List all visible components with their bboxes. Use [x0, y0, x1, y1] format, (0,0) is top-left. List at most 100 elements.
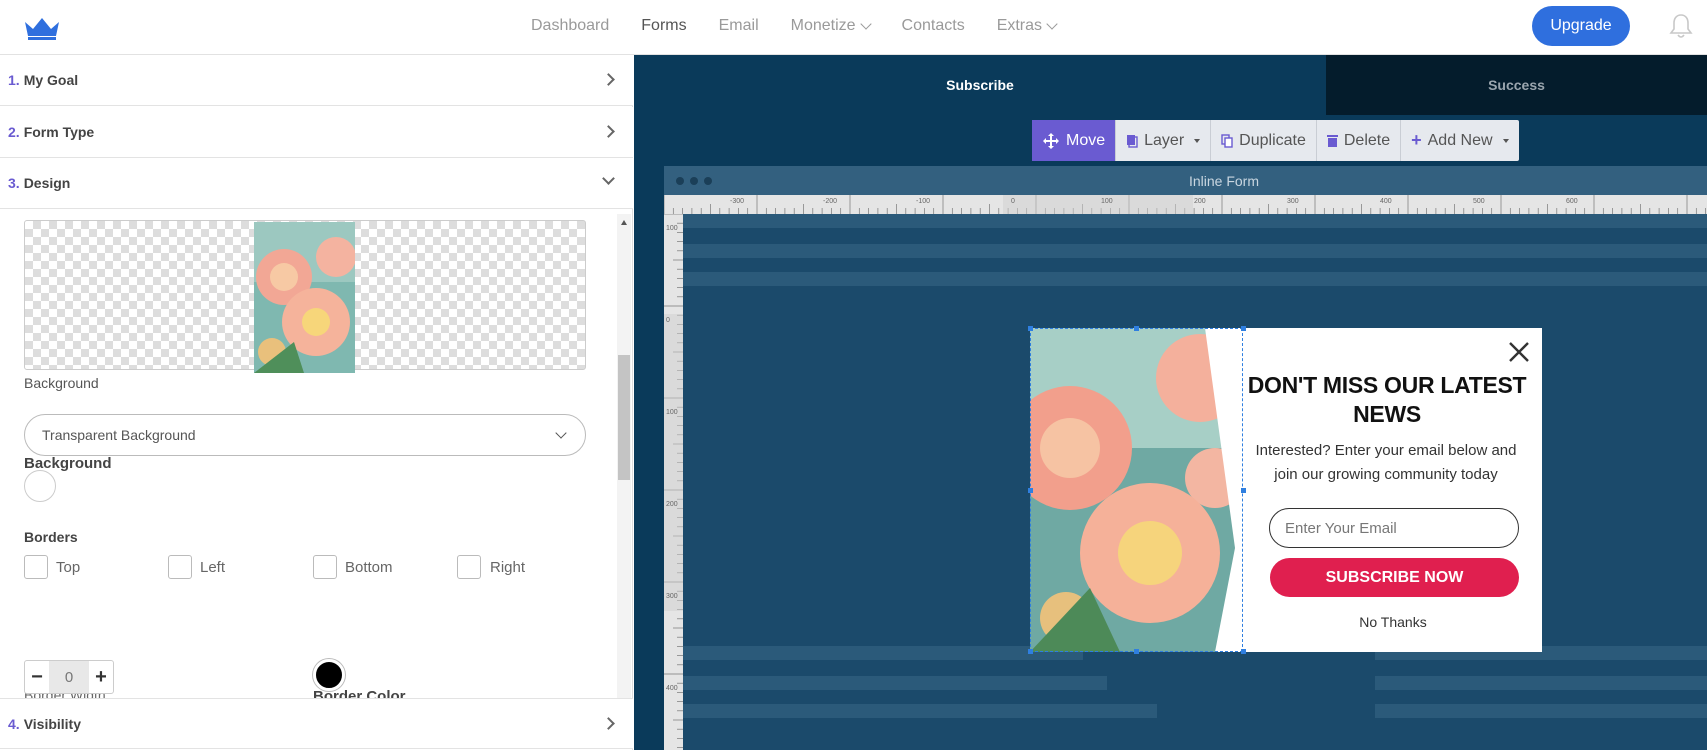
ruler-label: 0 — [1011, 198, 1015, 205]
chevron-right-icon — [602, 73, 615, 86]
move-button[interactable]: Move — [1032, 120, 1117, 161]
nav-link-email[interactable]: Email — [719, 17, 759, 35]
email-field[interactable]: Enter Your Email — [1269, 508, 1519, 548]
background-color-swatch[interactable] — [24, 470, 56, 502]
nav-link-extras[interactable]: Extras — [997, 17, 1058, 35]
ruler-label: -100 — [916, 198, 930, 205]
tab-label: Subscribe — [946, 77, 1014, 93]
step-number: 3. — [8, 175, 20, 191]
border-width-value[interactable]: 0 — [49, 661, 89, 693]
nav-link-dashboard[interactable]: Dashboard — [531, 17, 609, 35]
add-new-label: Add New — [1427, 131, 1493, 149]
resize-handle[interactable] — [1028, 326, 1033, 331]
chevron-right-icon — [602, 717, 615, 730]
scroll-up-icon[interactable] — [621, 220, 627, 225]
design-settings-content: Background Transparent Background Backgr… — [0, 214, 633, 747]
duplicate-button[interactable]: Duplicate — [1211, 120, 1317, 161]
placeholder-line — [683, 704, 1157, 718]
chevron-down-icon — [602, 172, 615, 185]
background-select[interactable]: Transparent Background — [24, 414, 586, 456]
main-nav-links: Dashboard Forms Email Monetize Contacts … — [531, 17, 1088, 35]
ruler-label: -200 — [823, 198, 837, 205]
resize-handle[interactable] — [1134, 649, 1139, 654]
no-thanks-link[interactable]: No Thanks — [1300, 614, 1486, 630]
resize-handle[interactable] — [1028, 488, 1033, 493]
nav-link-contacts[interactable]: Contacts — [902, 17, 965, 35]
frame-title: Inline Form — [1188, 173, 1260, 189]
layer-button[interactable]: Layer — [1116, 120, 1212, 161]
border-left-checkbox[interactable] — [168, 555, 192, 579]
move-arrows-icon — [1043, 132, 1059, 149]
placeholder-line — [683, 244, 1707, 258]
borders-label: Borders — [24, 529, 78, 545]
delete-button[interactable]: Delete — [1317, 120, 1402, 161]
decrement-button[interactable]: − — [25, 661, 49, 693]
accordion-form-type[interactable]: 2. Form Type — [0, 107, 633, 158]
border-color-swatch[interactable] — [313, 659, 345, 691]
horizontal-ruler[interactable]: -300 -200 -100 0 100 200 300 400 500 600 — [664, 195, 1707, 214]
nav-link-label: Dashboard — [531, 17, 610, 34]
placeholder-line — [1375, 704, 1707, 718]
popup-subtitle: Interested? Enter your email below and j… — [1255, 442, 1517, 483]
step-number: 2. — [8, 124, 20, 140]
accordion-my-goal[interactable]: 1. My Goal — [0, 55, 633, 106]
placeholder-line — [683, 214, 1707, 228]
tab-label: Success — [1488, 77, 1545, 93]
background-select-value: Transparent Background — [42, 427, 196, 443]
popup-title: DON'T MISS OUR LATEST NEWS — [1247, 372, 1527, 427]
move-label: Move — [1066, 131, 1106, 149]
border-bottom-checkbox[interactable] — [313, 555, 337, 579]
resize-handle[interactable] — [1241, 488, 1246, 493]
resize-handle[interactable] — [1241, 326, 1246, 331]
nav-link-monetize[interactable]: Monetize — [790, 17, 872, 35]
ruler-label: 600 — [1566, 198, 1578, 205]
increment-button[interactable]: + — [89, 661, 113, 693]
nav-link-forms[interactable]: Forms — [641, 17, 686, 35]
settings-panel: 1. My Goal 2. Form Type 3. Design Backgr… — [0, 55, 633, 750]
scrollbar-thumb[interactable] — [618, 355, 630, 480]
placeholder-line — [683, 646, 1083, 660]
border-top-checkbox[interactable] — [24, 555, 48, 579]
layers-icon — [1127, 134, 1138, 148]
accordion-design[interactable]: 3. Design — [0, 158, 633, 209]
frame-title-bar: Inline Form — [664, 166, 1707, 195]
flower-image-preview — [254, 222, 355, 373]
bell-icon[interactable] — [1669, 13, 1693, 39]
add-new-button[interactable]: + Add New — [1401, 120, 1518, 161]
resize-handle[interactable] — [1134, 326, 1139, 331]
nav-link-label: Monetize — [790, 17, 856, 34]
ruler-label: 300 — [1287, 198, 1299, 205]
ruler-label: 400 — [666, 685, 678, 692]
vertical-ruler[interactable]: 100 0 100 200 300 400 — [664, 214, 683, 750]
element-toolbar: Move Layer Duplicate Delete + Add New — [1032, 120, 1519, 161]
panel-scrollbar[interactable] — [617, 214, 631, 747]
border-left-label: Left — [200, 559, 226, 576]
selection-outline — [1030, 328, 1243, 652]
close-icon[interactable] — [1507, 340, 1531, 364]
delete-label: Delete — [1343, 131, 1391, 149]
upgrade-button[interactable]: Upgrade — [1532, 6, 1630, 46]
tab-success[interactable]: Success — [1326, 55, 1707, 115]
ruler-label: 0 — [666, 317, 670, 324]
plus-icon: + — [1411, 130, 1422, 150]
ruler-label: 200 — [1194, 198, 1206, 205]
resize-handle[interactable] — [1241, 649, 1246, 654]
placeholder-line — [683, 676, 1107, 690]
border-right-checkbox[interactable] — [457, 555, 481, 579]
tab-subscribe[interactable]: Subscribe — [634, 55, 1326, 115]
chevron-down-icon — [859, 18, 872, 30]
chevron-down-icon — [555, 427, 567, 439]
nav-link-label: Email — [718, 17, 759, 34]
subscribe-button[interactable]: SUBSCRIBE NOW — [1270, 558, 1519, 597]
duplicate-icon — [1221, 133, 1233, 148]
caret-down-icon — [1502, 138, 1509, 143]
crown-icon[interactable] — [22, 14, 62, 40]
accordion-visibility[interactable]: 4. Visibility — [0, 698, 633, 749]
ruler-label: 400 — [1380, 198, 1392, 205]
nav-link-label: Contacts — [901, 17, 965, 34]
accordion-title: Design — [23, 175, 71, 191]
ruler-label: 500 — [1473, 198, 1485, 205]
resize-handle[interactable] — [1028, 649, 1033, 654]
layer-label: Layer — [1144, 131, 1185, 149]
duplicate-label: Duplicate — [1239, 131, 1306, 149]
